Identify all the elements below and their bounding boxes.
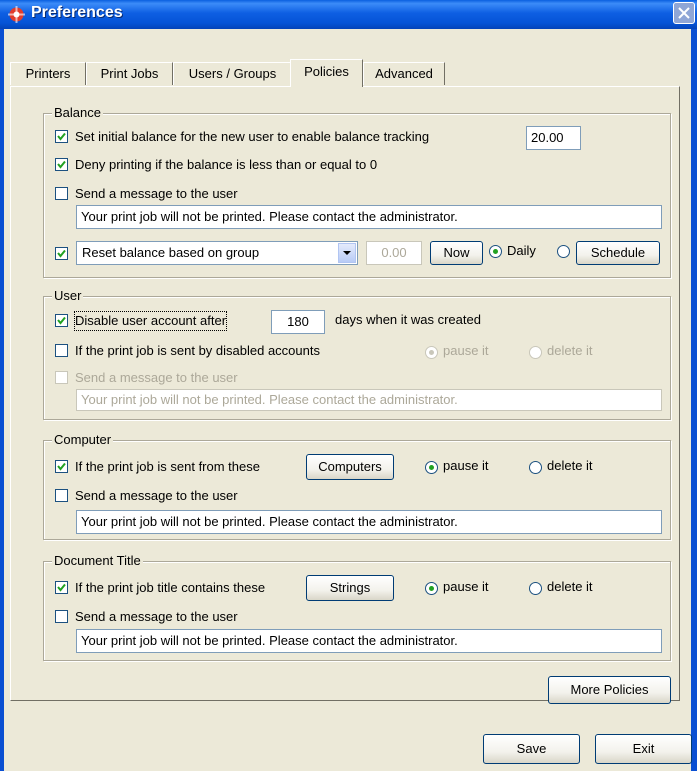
tab-print-jobs[interactable]: Print Jobs: [86, 62, 173, 85]
title-pause-label: pause it: [443, 579, 489, 594]
title-delete-label: delete it: [547, 579, 593, 594]
app-logo-icon: [8, 6, 25, 23]
document-title-group: Document Title If the print job title co…: [43, 553, 671, 661]
checkbox-box[interactable]: [55, 610, 68, 623]
checkbox-box[interactable]: [55, 247, 68, 260]
checkbox-box[interactable]: [55, 344, 68, 357]
schedule-button[interactable]: Schedule: [576, 241, 660, 265]
close-icon: [678, 7, 690, 19]
document-title-legend: Document Title: [52, 553, 143, 569]
computer-send-message-label: Send a message to the user: [75, 488, 238, 503]
title-bar[interactable]: Preferences: [0, 0, 697, 29]
balance-legend: Balance: [52, 105, 103, 121]
initial-balance-input[interactable]: 20.00: [526, 126, 581, 150]
checkbox-box[interactable]: [55, 489, 68, 502]
user-pause-radio[interactable]: [425, 346, 438, 359]
checkbox-box[interactable]: [55, 187, 68, 200]
strings-button[interactable]: Strings: [306, 575, 394, 601]
user-group: User Disable user account after 180 days…: [43, 288, 671, 420]
balance-send-message-label: Send a message to the user: [75, 186, 238, 201]
tab-users-groups[interactable]: Users / Groups: [173, 62, 292, 85]
computer-delete-radio[interactable]: [529, 461, 542, 474]
days-input[interactable]: 180: [271, 310, 325, 334]
schedule-radio[interactable]: [557, 245, 570, 258]
reset-amount-input[interactable]: 0.00: [366, 241, 422, 265]
checkbox-box[interactable]: [55, 371, 68, 384]
balance-group: Balance Set initial balance for the new …: [43, 105, 671, 278]
user-legend: User: [52, 288, 84, 304]
chevron-down-icon[interactable]: [338, 243, 356, 263]
disabled-accounts-label: If the print job is sent by disabled acc…: [75, 343, 320, 358]
checkbox-box[interactable]: [55, 460, 68, 473]
computer-legend: Computer: [52, 432, 114, 448]
check-icon: [57, 583, 66, 592]
user-message-input[interactable]: Your print job will not be printed. Plea…: [76, 389, 662, 411]
check-icon: [57, 316, 66, 325]
user-delete-label: delete it: [547, 343, 593, 358]
initial-balance-label: Set initial balance for the new user to …: [75, 129, 430, 144]
disable-account-label: Disable user account after: [73, 311, 228, 331]
checkbox-box[interactable]: [55, 581, 68, 594]
user-delete-radio[interactable]: [529, 346, 542, 359]
reset-balance-value: Reset balance based on group: [82, 245, 260, 260]
deny-printing-label: Deny printing if the balance is less tha…: [75, 157, 378, 172]
checkbox-box[interactable]: [55, 158, 68, 171]
daily-label: Daily: [507, 243, 536, 258]
window-title: Preferences: [31, 4, 123, 21]
title-message-input[interactable]: Your print job will not be printed. Plea…: [76, 629, 662, 653]
computer-delete-label: delete it: [547, 458, 593, 473]
title-send-message-label: Send a message to the user: [75, 609, 238, 624]
title-pause-radio[interactable]: [425, 582, 438, 595]
checkbox-box[interactable]: [55, 314, 68, 327]
days-suffix-label: days when it was created: [335, 312, 481, 327]
tab-policies[interactable]: Policies: [290, 59, 363, 87]
title-delete-radio[interactable]: [529, 582, 542, 595]
tab-advanced[interactable]: Advanced: [363, 62, 445, 85]
more-policies-button[interactable]: More Policies: [548, 676, 671, 704]
computer-group: Computer If the print job is sent from t…: [43, 432, 671, 540]
user-send-message-label: Send a message to the user: [75, 370, 238, 385]
title-contains-label: If the print job title contains these: [75, 580, 266, 595]
close-button[interactable]: [673, 2, 695, 24]
check-icon: [57, 160, 66, 169]
daily-radio[interactable]: [489, 245, 502, 258]
computer-pause-label: pause it: [443, 458, 489, 473]
user-pause-label: pause it: [443, 343, 489, 358]
check-icon: [57, 132, 66, 141]
reset-balance-dropdown[interactable]: Reset balance based on group: [76, 241, 358, 265]
computers-button[interactable]: Computers: [306, 454, 394, 480]
tab-printers[interactable]: Printers: [10, 62, 86, 85]
exit-button[interactable]: Exit: [595, 734, 692, 764]
check-icon: [57, 249, 66, 258]
now-button[interactable]: Now: [430, 241, 483, 265]
check-icon: [57, 462, 66, 471]
computer-source-label: If the print job is sent from these: [75, 459, 260, 474]
computer-message-input[interactable]: Your print job will not be printed. Plea…: [76, 510, 662, 534]
save-button[interactable]: Save: [483, 734, 580, 764]
window-frame-right: [691, 29, 697, 771]
balance-message-input[interactable]: Your print job will not be printed. Plea…: [76, 205, 662, 229]
computer-pause-radio[interactable]: [425, 461, 438, 474]
checkbox-box[interactable]: [55, 130, 68, 143]
window-frame-left: [0, 29, 4, 771]
